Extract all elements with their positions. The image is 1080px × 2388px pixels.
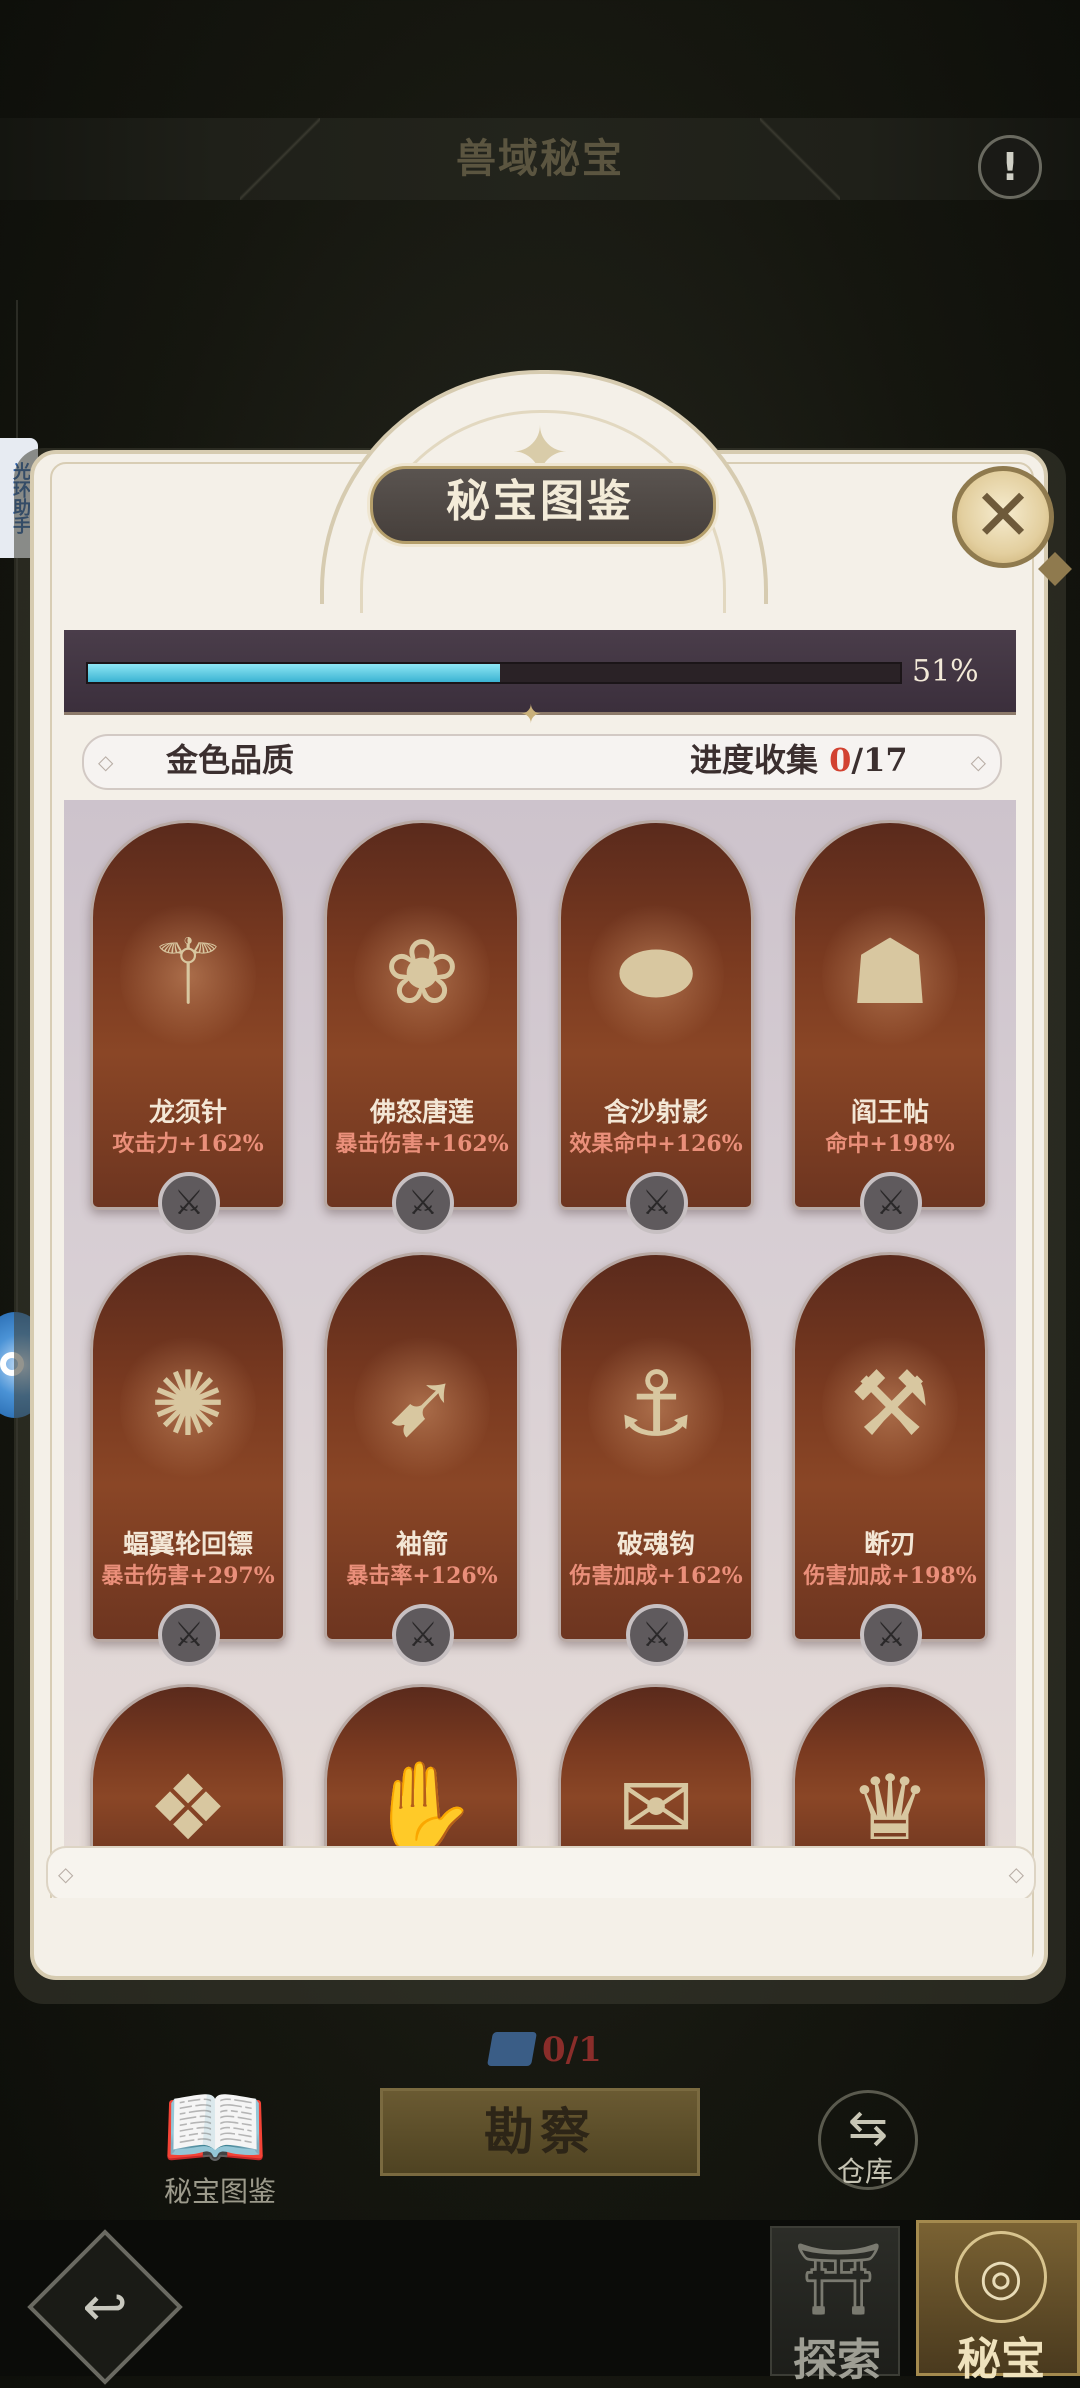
collection-label: 进度收集 bbox=[690, 741, 819, 779]
demon-mask-icon: ☗ bbox=[849, 920, 931, 1025]
crossed-swords-icon: ⚔ bbox=[158, 1172, 220, 1234]
page-title: 兽域秘宝 bbox=[456, 135, 624, 182]
card-stat: 攻击力+162% bbox=[112, 1131, 264, 1157]
treasure-card[interactable]: ⚒ 断刃 伤害加成+198% ⚔ bbox=[792, 1252, 988, 1666]
card-name: 龙须针 bbox=[148, 1098, 227, 1128]
card-stat: 效果命中+126% bbox=[569, 1131, 743, 1157]
modal-footer bbox=[46, 1898, 1032, 1976]
tab-explore-label: 探索 bbox=[793, 2335, 881, 2386]
modal-bottom-ribbon: ◇ ◇ bbox=[46, 1846, 1036, 1902]
collection-progress: 进度收集 0/17 bbox=[690, 734, 908, 786]
tab-treasure[interactable]: ◎ 秘宝 bbox=[916, 2220, 1080, 2385]
collection-total: /17 bbox=[851, 741, 908, 779]
sparkle-icon: ✦ bbox=[520, 700, 542, 730]
collection-count: 0 bbox=[829, 741, 852, 779]
progress-percent: 51% bbox=[912, 654, 979, 689]
ticket-count: 0/1 bbox=[542, 2030, 602, 2070]
card-stat: 伤害加成+198% bbox=[803, 1563, 977, 1589]
card-name: 含沙射影 bbox=[603, 1098, 708, 1128]
close-button[interactable]: ✕ bbox=[952, 466, 1054, 568]
treasure-card[interactable]: ⚓ 破魂钩 伤害加成+162% ⚔ bbox=[558, 1252, 754, 1666]
lotus-icon: ❀ bbox=[384, 920, 460, 1025]
crossed-swords-icon: ⚔ bbox=[626, 1172, 688, 1234]
crossed-swords-icon: ⚔ bbox=[392, 1172, 454, 1234]
quality-label: 金色品质 bbox=[166, 741, 295, 779]
book-icon[interactable]: 📖 bbox=[160, 2078, 270, 2178]
card-name: 佛怒唐莲 bbox=[369, 1098, 474, 1128]
warehouse-label[interactable]: 仓库 bbox=[818, 2150, 912, 2190]
dragon-needle-icon: ⚚ bbox=[147, 920, 229, 1025]
card-stat: 伤害加成+162% bbox=[569, 1563, 743, 1589]
crossed-swords-icon: ⚔ bbox=[860, 1604, 922, 1666]
ornament-left-icon: ◇ bbox=[98, 750, 114, 774]
crossed-swords-icon: ⚔ bbox=[626, 1604, 688, 1666]
ornament-right-icon: ◇ bbox=[1008, 1862, 1024, 1886]
progress-fill bbox=[88, 664, 500, 682]
card-name: 袖箭 bbox=[395, 1530, 448, 1560]
tab-explore[interactable]: ⛩ 探索 bbox=[770, 2226, 900, 2386]
ornament-left-icon: ◇ bbox=[58, 1862, 74, 1886]
treasure-card[interactable]: ⚚ 龙须针 攻击力+162% ⚔ bbox=[90, 820, 286, 1234]
close-icon: ✕ bbox=[972, 473, 1034, 557]
modal-title: 秘宝图鉴 bbox=[446, 476, 634, 527]
treasure-orb-icon: ◎ bbox=[955, 2231, 1047, 2323]
soul-hook-icon: ⚓ bbox=[615, 1352, 697, 1457]
crossed-swords-icon: ⚔ bbox=[158, 1604, 220, 1666]
info-button[interactable]: ! bbox=[978, 135, 1042, 199]
card-stat: 暴击率+126% bbox=[346, 1563, 498, 1589]
card-stat: 暴击伤害+162% bbox=[335, 1131, 509, 1157]
bat-dart-icon: ✺ bbox=[150, 1352, 226, 1457]
treasure-card[interactable]: ✺ 蝠翼轮回镖 暴击伤害+297% ⚔ bbox=[90, 1252, 286, 1666]
arm-launcher-icon: ⬬ bbox=[617, 920, 695, 1025]
back-arrow-icon: ↩ bbox=[82, 2275, 128, 2338]
sleeve-arrow-icon: ➹ bbox=[384, 1352, 460, 1457]
card-stat: 暴击伤害+297% bbox=[101, 1563, 275, 1589]
treasure-card[interactable]: ❀ 佛怒唐莲 暴击伤害+162% ⚔ bbox=[324, 820, 520, 1234]
treasure-card[interactable]: ☗ 阎王帖 命中+198% ⚔ bbox=[792, 820, 988, 1234]
map-icon: ⛩ bbox=[794, 2238, 883, 2320]
card-name: 阎王帖 bbox=[850, 1098, 929, 1128]
ornament-right-icon: ◇ bbox=[970, 750, 986, 774]
survey-button[interactable]: 勘察 bbox=[380, 2088, 700, 2176]
crossed-swords-icon: ⚔ bbox=[392, 1604, 454, 1666]
gallery-label[interactable]: 秘宝图鉴 bbox=[140, 2170, 300, 2210]
broken-blade-icon: ⚒ bbox=[849, 1352, 931, 1457]
exclamation-icon: ! bbox=[1001, 145, 1019, 189]
card-name: 破魂钩 bbox=[616, 1530, 695, 1560]
card-stat: 命中+198% bbox=[825, 1131, 955, 1157]
treasure-card[interactable]: ⬬ 含沙射影 效果命中+126% ⚔ bbox=[558, 820, 754, 1234]
card-name: 断刃 bbox=[863, 1530, 916, 1560]
tab-treasure-label: 秘宝 bbox=[957, 2334, 1045, 2385]
treasure-card[interactable]: ➹ 袖箭 暴击率+126% ⚔ bbox=[324, 1252, 520, 1666]
ticket-icon bbox=[487, 2032, 537, 2066]
card-name: 蝠翼轮回镖 bbox=[122, 1530, 253, 1560]
crossed-swords-icon: ⚔ bbox=[860, 1172, 922, 1234]
